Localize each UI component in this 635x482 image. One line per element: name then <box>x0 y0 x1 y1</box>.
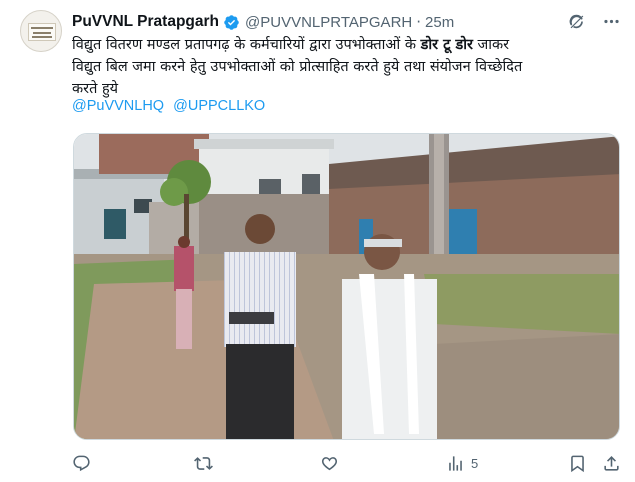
retweet-button[interactable] <box>194 454 213 473</box>
share-icon <box>604 456 619 471</box>
author-name[interactable]: PuVVNL Pratapgarh <box>72 13 219 31</box>
tweet-header: PuVVNL Pratapgarh @PUVVNLPRTAPGARH · 25m <box>72 11 621 33</box>
tweet-text: विद्युत वितरण मण्डल प्रतापगढ़ के कर्मचार… <box>72 34 612 100</box>
tweet-text-bold: डोर टू डोर <box>420 37 473 53</box>
author-avatar[interactable] <box>20 10 62 52</box>
author-handle[interactable]: @PUVVNLPRTAPGARH <box>245 14 412 31</box>
avatar-text-line <box>33 32 51 34</box>
tweet-text-line: विद्युत बिल जमा करने हेतु उपभोक्ताओं को … <box>72 59 523 75</box>
tweet-text-part: जाकर <box>472 37 510 53</box>
reply-button[interactable] <box>72 454 91 473</box>
tweet-mentions: @PuVVNLHQ @UPPCLLKO <box>72 98 270 114</box>
tweet-photo[interactable] <box>73 133 620 440</box>
grok-icon[interactable] <box>567 12 586 31</box>
tweet-timestamp[interactable]: 25m <box>425 14 454 31</box>
mention-link[interactable]: @UPPCLLKO <box>173 98 265 114</box>
like-icon <box>321 457 338 471</box>
share-button[interactable] <box>602 454 621 473</box>
bookmark-icon <box>571 455 584 473</box>
bookmark-button[interactable] <box>568 454 587 473</box>
separator-dot: · <box>416 13 422 31</box>
views-icon <box>449 456 462 471</box>
like-button[interactable] <box>320 454 339 473</box>
retweet-icon <box>194 457 213 470</box>
photo-scene <box>74 134 619 439</box>
views-count: 5 <box>471 456 479 471</box>
avatar-text-line <box>32 36 52 38</box>
avatar-text-line <box>31 27 53 29</box>
tweet-text-line: करते हुये <box>72 81 119 97</box>
mention-link[interactable]: @PuVVNLHQ <box>72 98 164 114</box>
verified-badge-icon[interactable] <box>223 14 240 31</box>
reply-icon <box>73 455 90 472</box>
more-icon[interactable] <box>602 12 621 31</box>
tweet-actions: 5 <box>72 454 622 476</box>
views-button[interactable]: 5 <box>446 454 478 473</box>
tweet-text-part: विद्युत वितरण मण्डल प्रतापगढ़ के कर्मचार… <box>72 37 421 53</box>
